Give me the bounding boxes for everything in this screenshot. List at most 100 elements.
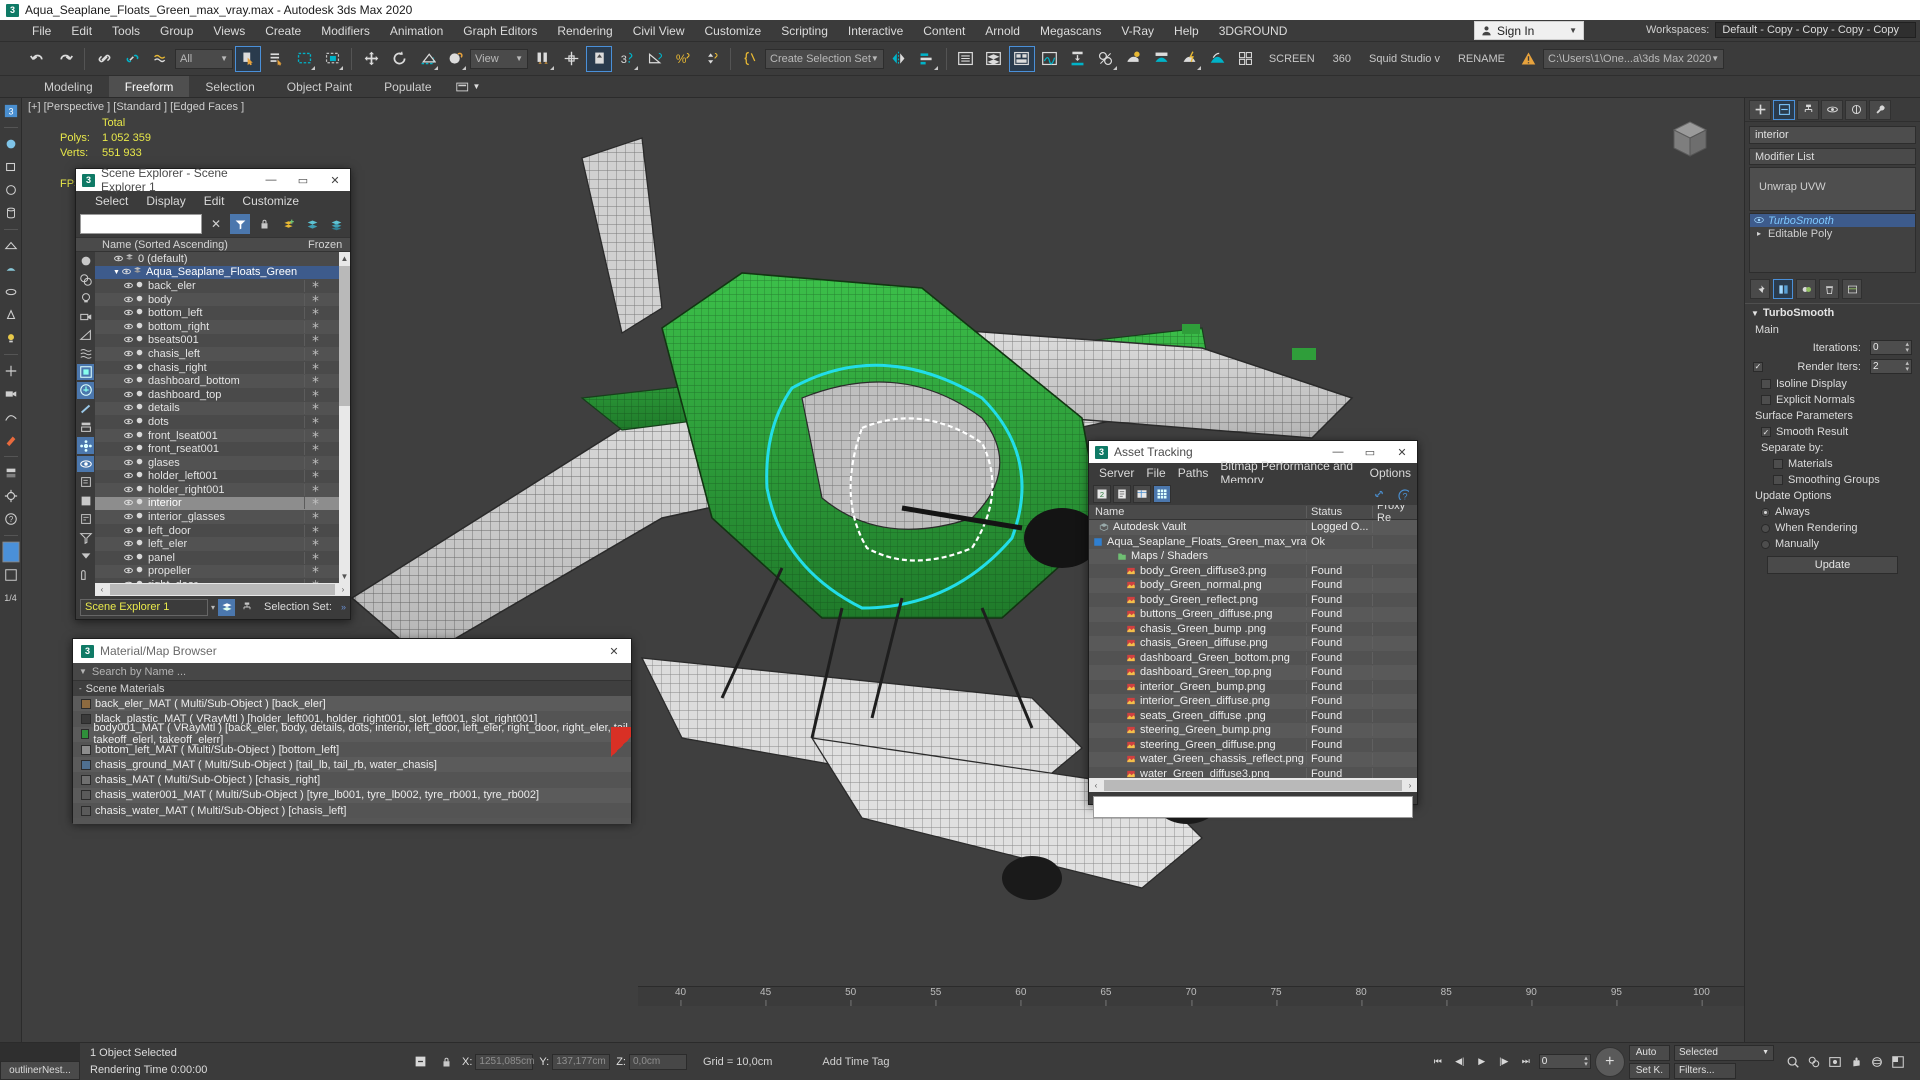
menu-item-vray[interactable]: V-Ray: [1111, 22, 1164, 40]
menu-item-graph-editors[interactable]: Graph Editors: [453, 22, 547, 40]
object-dot-icon[interactable]: [134, 525, 145, 537]
material-swatch-icon[interactable]: [1, 541, 20, 563]
visibility-eye-icon[interactable]: [123, 511, 134, 523]
visibility-eye-icon[interactable]: [123, 470, 134, 482]
asset-row[interactable]: Autodesk Vault Logged O...: [1089, 520, 1417, 535]
scroll-up-button[interactable]: ▲: [339, 252, 350, 265]
orbit-icon[interactable]: [1868, 1053, 1885, 1070]
filter-groups-icon[interactable]: [77, 419, 94, 435]
visibility-eye-icon[interactable]: [123, 375, 134, 387]
object-dot-icon[interactable]: [134, 321, 145, 333]
scene-explorer-row[interactable]: interior_glasses: [95, 510, 350, 524]
asset-row[interactable]: seats_Green_diffuse .png Found: [1089, 708, 1417, 723]
pin-stack-icon[interactable]: [1750, 279, 1770, 299]
visibility-eye-icon[interactable]: [123, 525, 134, 537]
object-dot-icon[interactable]: [134, 470, 145, 482]
asset-row[interactable]: dashboard_Green_top.png Found: [1089, 665, 1417, 680]
smooth-result-checkbox[interactable]: ✓: [1761, 427, 1771, 437]
scene-explorer-row[interactable]: right_door: [95, 578, 350, 583]
snap-toggle-button[interactable]: 3: [614, 46, 640, 72]
asset-path-field[interactable]: [1093, 796, 1413, 818]
scene-explorer-row[interactable]: bottom_left: [95, 306, 350, 320]
project-path-select[interactable]: C:\Users\1\One...a\3ds Max 2020 ▼: [1543, 48, 1725, 69]
cone-icon[interactable]: [2, 306, 20, 324]
asset-row[interactable]: chasis_Green_bump .png Found: [1089, 621, 1417, 636]
mirror-button[interactable]: [886, 46, 912, 72]
select-by-name-button[interactable]: [263, 46, 289, 72]
filters-button[interactable]: Filters...: [1674, 1062, 1736, 1079]
object-dot-icon[interactable]: [134, 497, 145, 509]
visibility-eye-icon[interactable]: [123, 552, 134, 564]
material-row[interactable]: chasis_MAT ( Multi/Sub-Object ) [chasis_…: [73, 772, 631, 788]
visibility-filter-icon[interactable]: [77, 455, 94, 473]
asset-row[interactable]: buttons_Green_diffuse.png Found: [1089, 607, 1417, 622]
asset-row[interactable]: body_Green_diffuse3.png Found: [1089, 563, 1417, 578]
material-list[interactable]: back_eler_MAT ( Multi/Sub-Object ) [back…: [73, 696, 631, 824]
go-to-start-icon[interactable]: ⏮: [1429, 1053, 1447, 1071]
asset-row[interactable]: water_Green_diffuse3.png Found: [1089, 766, 1417, 778]
object-dot-icon[interactable]: [134, 402, 145, 414]
play-icon[interactable]: ▶: [1473, 1053, 1491, 1071]
bind-to-space-warp-button[interactable]: [147, 46, 173, 72]
material-map-browser-window[interactable]: 3 Material/Map Browser ✕ ▼ Search by Nam…: [72, 638, 632, 824]
key-filter-select[interactable]: Selected ▼: [1674, 1044, 1774, 1061]
scroll-left-button[interactable]: ‹: [95, 583, 109, 596]
at-menu-paths[interactable]: Paths: [1172, 464, 1215, 482]
ribbon-display-options-button[interactable]: ▼: [448, 76, 489, 97]
visibility-eye-icon[interactable]: [123, 280, 134, 292]
menu-item-file[interactable]: File: [22, 22, 61, 40]
viewport-label[interactable]: [+] [Perspective ] [Standard ] [Edged Fa…: [28, 101, 244, 113]
asset-row[interactable]: interior_Green_diffuse.png Found: [1089, 694, 1417, 709]
asset-list[interactable]: Autodesk Vault Logged O... Aqua_Seaplane_F…: [1089, 520, 1417, 778]
plane-primitive-icon[interactable]: [2, 237, 20, 255]
angle-snap-toggle-button[interactable]: [642, 46, 668, 72]
object-dot-icon[interactable]: [134, 362, 145, 374]
scene-explorer-row[interactable]: propeller: [95, 564, 350, 579]
scroll-right-button[interactable]: ›: [336, 583, 350, 596]
object-dot-icon[interactable]: [134, 443, 145, 455]
z-value[interactable]: 0,0cm: [628, 1053, 687, 1070]
select-and-place-button[interactable]: [442, 46, 468, 72]
y-value[interactable]: 137,177cm: [552, 1053, 611, 1070]
visibility-eye-icon[interactable]: [123, 430, 134, 442]
materials-checkbox[interactable]: [1773, 459, 1783, 469]
select-and-rotate-button[interactable]: [386, 46, 412, 72]
menu-item-views[interactable]: Views: [203, 22, 255, 40]
scene-explorer-row[interactable]: holder_right001: [95, 483, 350, 497]
spinner-arrows-icon[interactable]: ▴ ▾: [1905, 341, 1909, 354]
smoothing-groups-checkbox[interactable]: [1773, 475, 1783, 485]
scene-explorer-row[interactable]: ▼ Aqua_Seaplane_Floats_Green: [95, 265, 350, 280]
spinner-snap-toggle-button[interactable]: [698, 46, 724, 72]
modifier-list-label[interactable]: Modifier List: [1749, 148, 1916, 165]
isoline-display-checkbox[interactable]: [1761, 379, 1771, 389]
menu-item-group[interactable]: Group: [150, 22, 203, 40]
visibility-eye-icon[interactable]: [123, 321, 134, 333]
rollout-turbosmooth[interactable]: ▼ TurboSmooth: [1745, 303, 1920, 322]
named-selection-set-select[interactable]: Create Selection Set ▼: [765, 48, 884, 69]
zoom-extents-icon[interactable]: [1826, 1053, 1843, 1070]
time-config-icon[interactable]: 1/4: [2, 589, 20, 607]
menu-item-tools[interactable]: Tools: [102, 22, 150, 40]
ribbon-tab-object-paint[interactable]: Object Paint: [271, 76, 368, 97]
show-end-result-icon[interactable]: [1773, 279, 1793, 299]
display-detail-icon[interactable]: [77, 511, 94, 527]
render-iters-checkbox[interactable]: ✓: [1753, 361, 1763, 372]
chevron-down-icon[interactable]: ▾: [211, 603, 215, 612]
scene-explorer-vertical-scrollbar[interactable]: ▲ ▼: [339, 252, 350, 583]
blank-square-icon[interactable]: [77, 493, 94, 509]
redo-button[interactable]: [52, 46, 78, 72]
at-menu-options[interactable]: Options: [1364, 464, 1417, 482]
when-rendering-radio[interactable]: [1761, 523, 1770, 533]
select-object-button[interactable]: [235, 45, 261, 72]
object-dot-icon[interactable]: [134, 511, 145, 523]
render-production-button[interactable]: [1177, 46, 1203, 72]
explicit-normals-checkbox[interactable]: [1761, 395, 1771, 405]
pan-icon[interactable]: [1847, 1053, 1864, 1070]
menu-item-help[interactable]: Help: [1164, 22, 1209, 40]
rendered-frame-window-button[interactable]: [1149, 46, 1175, 72]
toggle-scene-explorer-button[interactable]: [953, 46, 979, 72]
menu-item-rendering[interactable]: Rendering: [547, 22, 622, 40]
minimize-button[interactable]: —: [258, 170, 284, 190]
visibility-eye-icon[interactable]: [123, 579, 134, 583]
always-row[interactable]: Always: [1745, 504, 1920, 520]
